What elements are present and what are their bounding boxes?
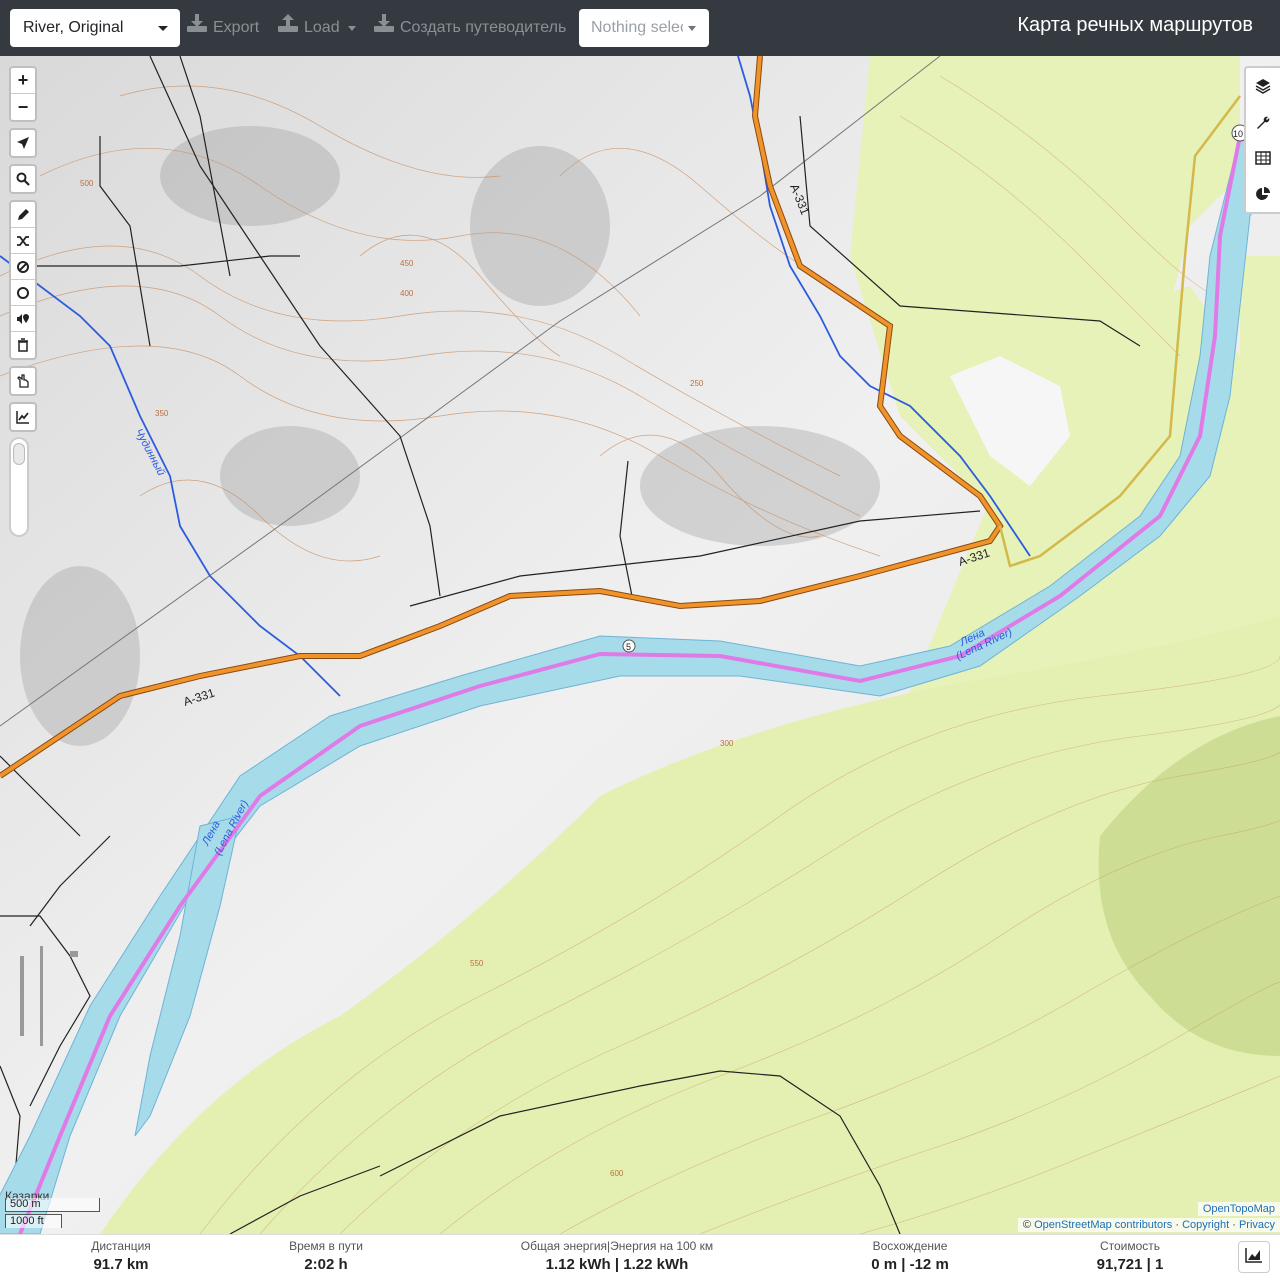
delete-route-button[interactable] <box>11 332 35 358</box>
upload-icon <box>278 9 298 47</box>
stat-time: Время в пути 2:02 h <box>276 1238 376 1276</box>
copyright-link[interactable]: Copyright <box>1182 1219 1229 1231</box>
energy-value: 1.12 kWh | 1.22 kWh <box>545 1256 689 1273</box>
contour-label: 500 <box>80 179 94 188</box>
layers-icon <box>1255 78 1271 94</box>
selection-placeholder: Nothing selected <box>591 19 683 36</box>
selection-dropdown[interactable]: Nothing selected <box>579 9 709 47</box>
zoom-in-button[interactable]: + <box>11 68 35 94</box>
table-button[interactable] <box>1246 140 1280 176</box>
create-guide-button[interactable]: Создать путеводитель <box>374 9 566 47</box>
profile-select[interactable]: River, Original <box>10 9 180 47</box>
privacy-link[interactable]: Privacy <box>1239 1219 1275 1231</box>
draw-route-button[interactable] <box>11 202 35 228</box>
energy-label: Общая энергия|Энергия на 100 км <box>520 1239 714 1253</box>
distance-label: Дистанция <box>91 1239 151 1253</box>
chevron-down-icon <box>347 25 356 31</box>
load-label: Load <box>304 19 340 37</box>
top-navbar: River, Original Export Load Создать путе… <box>0 0 1280 56</box>
profile-select-value: River, Original <box>23 19 124 36</box>
location-arrow-icon <box>16 136 30 150</box>
trash-icon <box>16 338 30 352</box>
chevron-down-icon <box>688 26 696 31</box>
elevation-control <box>9 402 37 432</box>
zoom-control: + − <box>9 66 37 122</box>
marker-sound-icon <box>16 312 30 326</box>
contour-label: 350 <box>155 409 169 418</box>
opacity-slider[interactable] <box>9 437 29 537</box>
wrench-icon <box>1255 114 1271 130</box>
settings-button[interactable] <box>1246 104 1280 140</box>
route-stats-bar: Дистанция 91.7 km Время в пути 2:02 h Об… <box>0 1234 1280 1280</box>
contour-label: 600 <box>610 1169 624 1178</box>
load-button[interactable]: Load <box>278 9 356 47</box>
map-canvas[interactable]: A-331 A-331 A-331 Лена (Lena River) Лена… <box>0 56 1280 1234</box>
create-guide-label: Создать путеводитель <box>400 19 567 37</box>
app-title: Карта речных маршрутов <box>1017 14 1253 36</box>
pie-chart-icon <box>1255 186 1271 202</box>
search-control <box>9 164 37 194</box>
hand-pointer-icon <box>16 374 30 388</box>
circle-icon <box>16 286 30 300</box>
route-marker-label: 5 <box>626 642 631 652</box>
nogo-area-button[interactable] <box>11 254 35 280</box>
search-button[interactable] <box>11 166 35 192</box>
map-right-toolbar <box>1244 66 1280 214</box>
circle-button[interactable] <box>11 280 35 306</box>
topographic-map[interactable]: A-331 A-331 A-331 Лена (Lena River) Лена… <box>0 56 1280 1234</box>
distance-value: 91.7 km <box>93 1256 149 1273</box>
cost-value: 91,721 | 1 <box>1096 1256 1164 1273</box>
pencil-icon <box>16 208 30 222</box>
map-attribution: © OpenStreetMap contributors · Copyright… <box>1017 1218 1280 1232</box>
elevation-chart-button[interactable] <box>1238 1241 1270 1273</box>
line-chart-icon <box>16 410 30 424</box>
export-button[interactable]: Export <box>187 9 259 47</box>
locate-control <box>9 128 37 158</box>
zoom-out-button[interactable]: − <box>11 94 35 120</box>
layers-button[interactable] <box>1246 68 1280 104</box>
route-marker-label: 10 <box>1233 129 1243 139</box>
download-icon <box>187 9 207 47</box>
separator: · <box>1175 1219 1179 1231</box>
area-chart-icon <box>1245 1247 1263 1268</box>
stat-distance: Дистанция 91.7 km <box>66 1238 176 1276</box>
download-icon <box>374 9 394 47</box>
contour-label: 450 <box>400 259 414 268</box>
ascent-label: Восхождение <box>872 1239 948 1253</box>
stats-button[interactable] <box>1246 176 1280 212</box>
ban-icon <box>16 260 30 274</box>
stat-cost: Стоимость 91,721 | 1 <box>1080 1238 1180 1276</box>
shuffle-icon <box>16 234 30 248</box>
scale-metric: 500 m <box>5 1198 100 1212</box>
contour-label: 250 <box>690 379 704 388</box>
locate-button[interactable] <box>11 130 35 156</box>
pois-button[interactable] <box>11 306 35 332</box>
contour-label: 400 <box>400 289 414 298</box>
stat-energy: Общая энергия|Энергия на 100 км 1.12 kWh… <box>507 1238 727 1276</box>
copyright-symbol: © <box>1022 1219 1032 1231</box>
cost-label: Стоимость <box>1099 1239 1161 1253</box>
slider-handle[interactable] <box>13 443 25 465</box>
contour-label: 300 <box>720 739 734 748</box>
time-label: Время в пути <box>289 1239 363 1253</box>
hand-control <box>9 366 37 396</box>
contour-label: 550 <box>470 959 484 968</box>
separator: · <box>1232 1219 1236 1231</box>
pan-button[interactable] <box>11 368 35 394</box>
draw-toolbar <box>9 200 37 360</box>
reverse-route-button[interactable] <box>11 228 35 254</box>
time-value: 2:02 h <box>304 1256 348 1273</box>
search-icon <box>16 172 30 186</box>
ascent-value: 0 m | -12 m <box>871 1256 949 1273</box>
route-marker-5: 5 <box>622 639 636 653</box>
chevron-down-icon <box>158 26 168 31</box>
scale-imperial: 1000 ft <box>5 1214 62 1228</box>
tiles-attribution[interactable]: OpenTopoMap <box>1197 1202 1280 1216</box>
elevation-profile-button[interactable] <box>11 404 35 430</box>
table-icon <box>1255 150 1271 166</box>
stat-ascent: Восхождение 0 m | -12 m <box>860 1238 960 1276</box>
osm-contributors-link[interactable]: OpenStreetMap contributors <box>1034 1219 1172 1231</box>
export-label: Export <box>213 19 260 37</box>
